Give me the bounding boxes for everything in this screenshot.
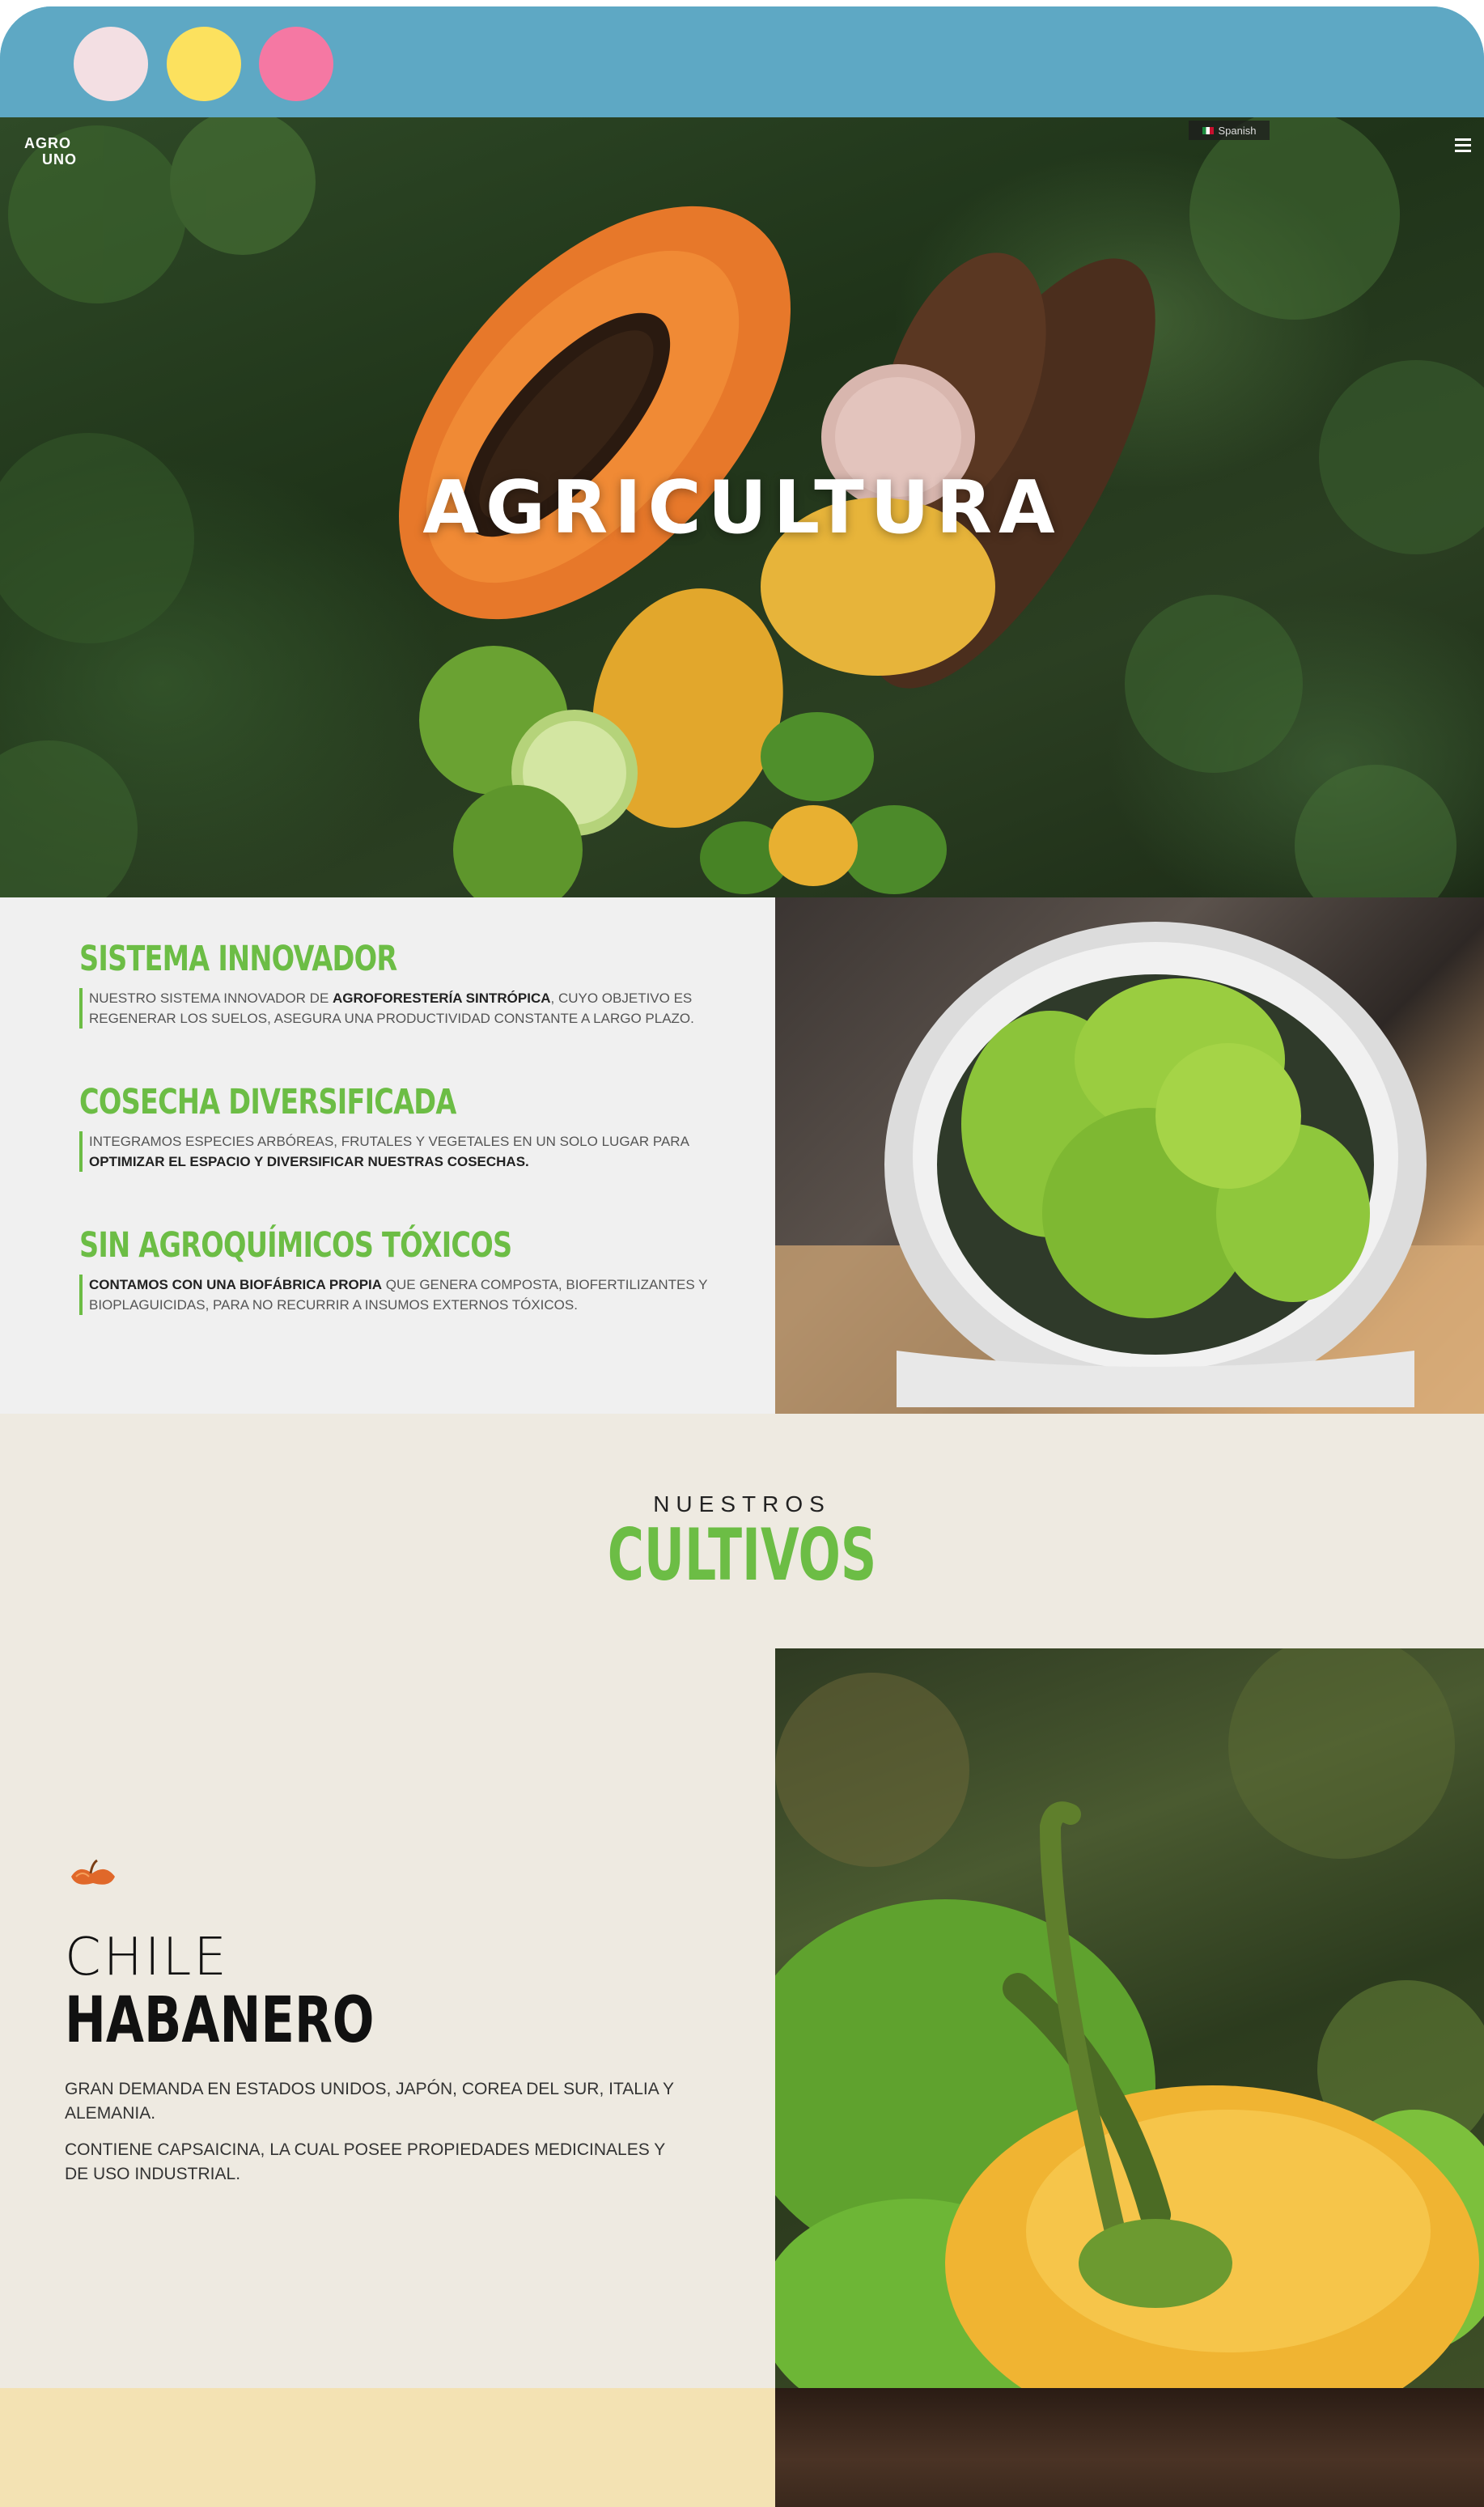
- window-control-dot-magenta[interactable]: [259, 27, 333, 101]
- feature-title: SIN AGROQUÍMICOS TÓXICOS: [79, 1225, 512, 1266]
- crop-paragraph-capsaicin: CONTIENE CAPSAICINA, LA CUAL POSEE PROPI…: [65, 2140, 665, 2183]
- hero-section: AGRO UNO Spanish AGRICULTURA: [0, 117, 1484, 897]
- window-control-dot-yellow[interactable]: [167, 27, 241, 101]
- next-crop-panel: [0, 2388, 775, 2507]
- hamburger-menu-icon[interactable]: [1455, 138, 1471, 153]
- hero-title: AGRICULTURA: [422, 465, 1062, 550]
- logo-text-line1: AGRO: [24, 135, 71, 151]
- agrouno-logo[interactable]: AGRO UNO: [24, 135, 89, 176]
- logo-text-line2: UNO: [42, 151, 77, 168]
- mexico-flag-icon: [1202, 126, 1214, 134]
- feature-text: INTEGRAMOS ESPECIES ARBÓREAS, FRUTALES Y…: [79, 1131, 743, 1172]
- feature-text: NUESTRO SISTEMA INNOVADOR DE AGROFORESTE…: [79, 988, 743, 1029]
- feature-innovative-system: SISTEMA INNOVADOR NUESTRO SISTEMA INNOVA…: [79, 938, 727, 1029]
- feature-diversified-harvest: COSECHA DIVERSIFICADA INTEGRAMOS ESPECIE…: [79, 1081, 727, 1172]
- next-crop-image: [775, 2388, 1484, 2507]
- crop-name-line2: HABANERO: [65, 1984, 375, 2057]
- language-label: Spanish: [1218, 124, 1257, 137]
- crops-section: NUESTROS CULTIVOS CHILE HABANERO GRAN DE…: [0, 1414, 1484, 2388]
- features-section: SISTEMA INNOVADOR NUESTRO SISTEMA INNOVA…: [0, 897, 775, 1414]
- green-peppers-bowl-image: [775, 897, 1484, 1414]
- language-selector[interactable]: Spanish: [1189, 121, 1270, 140]
- feature-no-agrochemicals: SIN AGROQUÍMICOS TÓXICOS CONTAMOS CON UN…: [79, 1224, 727, 1315]
- crops-title: CULTIVOS: [607, 1513, 877, 1597]
- feature-title: COSECHA DIVERSIFICADA: [79, 1082, 456, 1122]
- crop-name-line1: CHILE: [65, 1928, 229, 1987]
- crop-description: CHILE HABANERO GRAN DEMANDA EN ESTADOS U…: [0, 1648, 775, 2388]
- window-control-dot-pink[interactable]: [74, 27, 148, 101]
- window-titlebar: [0, 6, 1484, 124]
- crop-paragraph-demand: GRAN DEMANDA EN ESTADOS UNIDOS, JAPÓN, C…: [65, 2080, 674, 2123]
- feature-text: CONTAMOS CON UNA BIOFÁBRICA PROPIA QUE G…: [79, 1275, 743, 1315]
- habanero-pepper-image: [775, 1648, 1484, 2388]
- feature-title: SISTEMA INNOVADOR: [79, 939, 397, 979]
- chili-pepper-icon: [71, 1859, 115, 1885]
